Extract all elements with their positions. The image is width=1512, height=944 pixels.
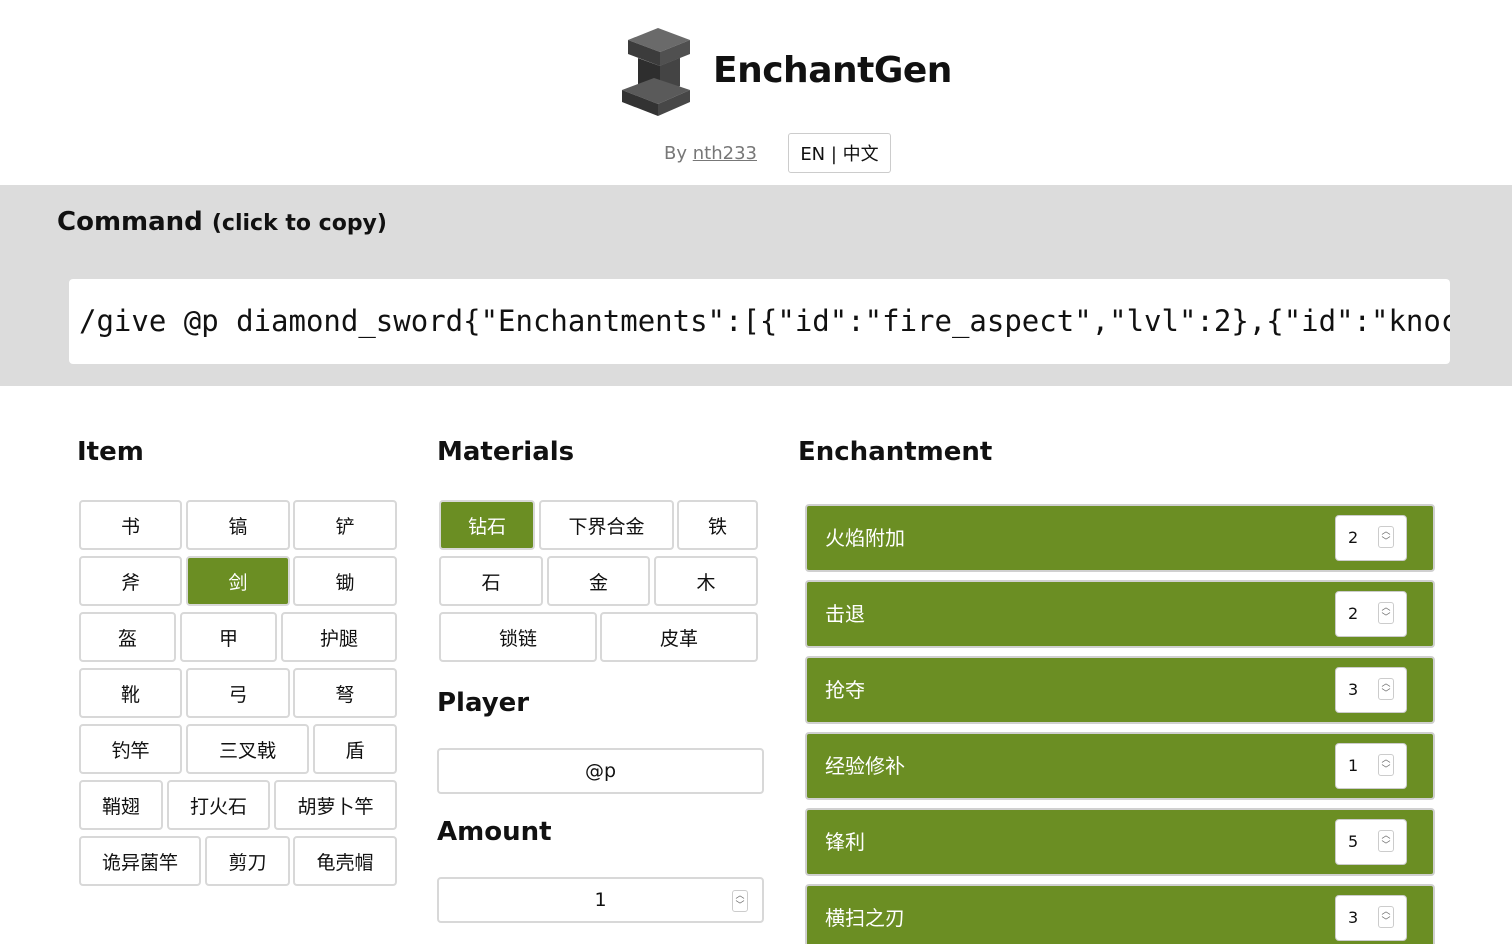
enchantment-level-value: 2 bbox=[1348, 528, 1359, 547]
enchantment-level-input[interactable]: 2 ︿ ﹀ bbox=[1335, 591, 1407, 637]
item-option-trident[interactable]: 三叉戟 bbox=[186, 724, 309, 774]
player-input-value: @p bbox=[584, 760, 617, 782]
item-option-fishing-rod[interactable]: 钓竿 bbox=[79, 724, 182, 774]
enchantment-row[interactable]: 横扫之刃 3 ︿ ﹀ bbox=[805, 884, 1435, 944]
spinner-arrows-icon[interactable]: ︿ ﹀ bbox=[1378, 678, 1394, 700]
material-option-wood[interactable]: 木 bbox=[654, 556, 758, 606]
amount-input[interactable]: 1 ︿ ﹀ bbox=[437, 877, 764, 923]
player-input[interactable]: @p bbox=[437, 748, 764, 794]
material-option-iron[interactable]: 铁 bbox=[677, 500, 758, 550]
header: EnchantGen By nth233 EN | 中文 bbox=[0, 0, 1512, 185]
enchantment-level-value: 2 bbox=[1348, 604, 1359, 623]
material-option-chainmail[interactable]: 锁链 bbox=[439, 612, 597, 662]
language-toggle-button[interactable]: EN | 中文 bbox=[788, 133, 891, 173]
material-option-diamond[interactable]: 钻石 bbox=[439, 500, 535, 550]
item-option-warped-fungus-on-a-stick[interactable]: 诡异菌竿 bbox=[79, 836, 201, 886]
spinner-arrows-icon[interactable]: ︿ ﹀ bbox=[1378, 526, 1394, 548]
enchantment-level-value: 1 bbox=[1348, 756, 1359, 775]
command-output[interactable]: /give @p diamond_sword{"Enchantments":[{… bbox=[69, 279, 1450, 364]
enchantment-name: 经验修补 bbox=[825, 754, 905, 778]
enchantment-name: 锋利 bbox=[825, 830, 865, 854]
enchantment-level-value: 3 bbox=[1348, 908, 1359, 927]
spinner-arrows-icon[interactable]: ︿ ﹀ bbox=[1378, 754, 1394, 776]
enchantment-row[interactable]: 火焰附加 2 ︿ ﹀ bbox=[805, 504, 1435, 572]
enchantment-name: 抢夺 bbox=[825, 678, 865, 702]
item-option-turtle-shell[interactable]: 龟壳帽 bbox=[293, 836, 397, 886]
material-option-stone[interactable]: 石 bbox=[439, 556, 543, 606]
enchantment-level-value: 5 bbox=[1348, 832, 1359, 851]
enchantment-level-input[interactable]: 3 ︿ ﹀ bbox=[1335, 667, 1407, 713]
item-option-pickaxe[interactable]: 镐 bbox=[186, 500, 290, 550]
byline: By nth233 bbox=[664, 143, 757, 164]
spinner-arrows-icon[interactable]: ︿ ﹀ bbox=[732, 890, 748, 912]
amount-heading: Amount bbox=[437, 817, 552, 847]
enchantment-level-input[interactable]: 5 ︿ ﹀ bbox=[1335, 819, 1407, 865]
item-option-leggings[interactable]: 护腿 bbox=[281, 612, 397, 662]
player-heading: Player bbox=[437, 688, 530, 718]
amount-input-value: 1 bbox=[594, 889, 607, 911]
item-option-flint-and-steel[interactable]: 打火石 bbox=[167, 780, 270, 830]
spinner-arrows-icon[interactable]: ︿ ﹀ bbox=[1378, 602, 1394, 624]
command-heading: Command (click to copy) bbox=[57, 207, 387, 237]
item-option-helmet[interactable]: 盔 bbox=[79, 612, 176, 662]
by-label: By bbox=[664, 143, 688, 164]
item-option-hoe[interactable]: 锄 bbox=[293, 556, 397, 606]
material-option-gold[interactable]: 金 bbox=[547, 556, 650, 606]
material-option-leather[interactable]: 皮革 bbox=[600, 612, 758, 662]
enchantment-name: 火焰附加 bbox=[825, 526, 905, 550]
item-option-elytra[interactable]: 鞘翅 bbox=[79, 780, 163, 830]
item-option-sword[interactable]: 剑 bbox=[186, 556, 290, 606]
item-option-shield[interactable]: 盾 bbox=[313, 724, 397, 774]
command-heading-label: Command bbox=[57, 207, 203, 237]
author-link[interactable]: nth233 bbox=[693, 143, 757, 164]
spinner-arrows-icon[interactable]: ︿ ﹀ bbox=[1378, 830, 1394, 852]
material-option-netherite[interactable]: 下界合金 bbox=[539, 500, 674, 550]
item-option-crossbow[interactable]: 弩 bbox=[293, 668, 397, 718]
enchantment-heading: Enchantment bbox=[798, 437, 993, 467]
item-option-carrot-on-a-stick[interactable]: 胡萝卜竿 bbox=[274, 780, 397, 830]
item-option-shears[interactable]: 剪刀 bbox=[205, 836, 290, 886]
app-title: EnchantGen bbox=[713, 50, 952, 91]
item-option-shovel[interactable]: 铲 bbox=[293, 500, 397, 550]
item-heading: Item bbox=[77, 437, 144, 467]
item-option-bow[interactable]: 弓 bbox=[186, 668, 290, 718]
enchantment-name: 横扫之刃 bbox=[825, 906, 905, 930]
enchantment-row[interactable]: 击退 2 ︿ ﹀ bbox=[805, 580, 1435, 648]
item-option-chestplate[interactable]: 甲 bbox=[180, 612, 277, 662]
materials-heading: Materials bbox=[437, 437, 575, 467]
enchantment-level-input[interactable]: 2 ︿ ﹀ bbox=[1335, 515, 1407, 561]
enchantment-level-value: 3 bbox=[1348, 680, 1359, 699]
enchantment-name: 击退 bbox=[825, 602, 865, 626]
enchantment-row[interactable]: 经验修补 1 ︿ ﹀ bbox=[805, 732, 1435, 800]
spinner-arrows-icon[interactable]: ︿ ﹀ bbox=[1378, 906, 1394, 928]
anvil-icon bbox=[622, 28, 690, 116]
enchantment-row[interactable]: 锋利 5 ︿ ﹀ bbox=[805, 808, 1435, 876]
enchantment-level-input[interactable]: 1 ︿ ﹀ bbox=[1335, 743, 1407, 789]
enchantment-row[interactable]: 抢夺 3 ︿ ﹀ bbox=[805, 656, 1435, 724]
enchantment-level-input[interactable]: 3 ︿ ﹀ bbox=[1335, 895, 1407, 941]
command-heading-hint: (click to copy) bbox=[211, 211, 387, 236]
item-option-axe[interactable]: 斧 bbox=[79, 556, 182, 606]
item-option-boots[interactable]: 靴 bbox=[79, 668, 182, 718]
item-option-book[interactable]: 书 bbox=[79, 500, 182, 550]
